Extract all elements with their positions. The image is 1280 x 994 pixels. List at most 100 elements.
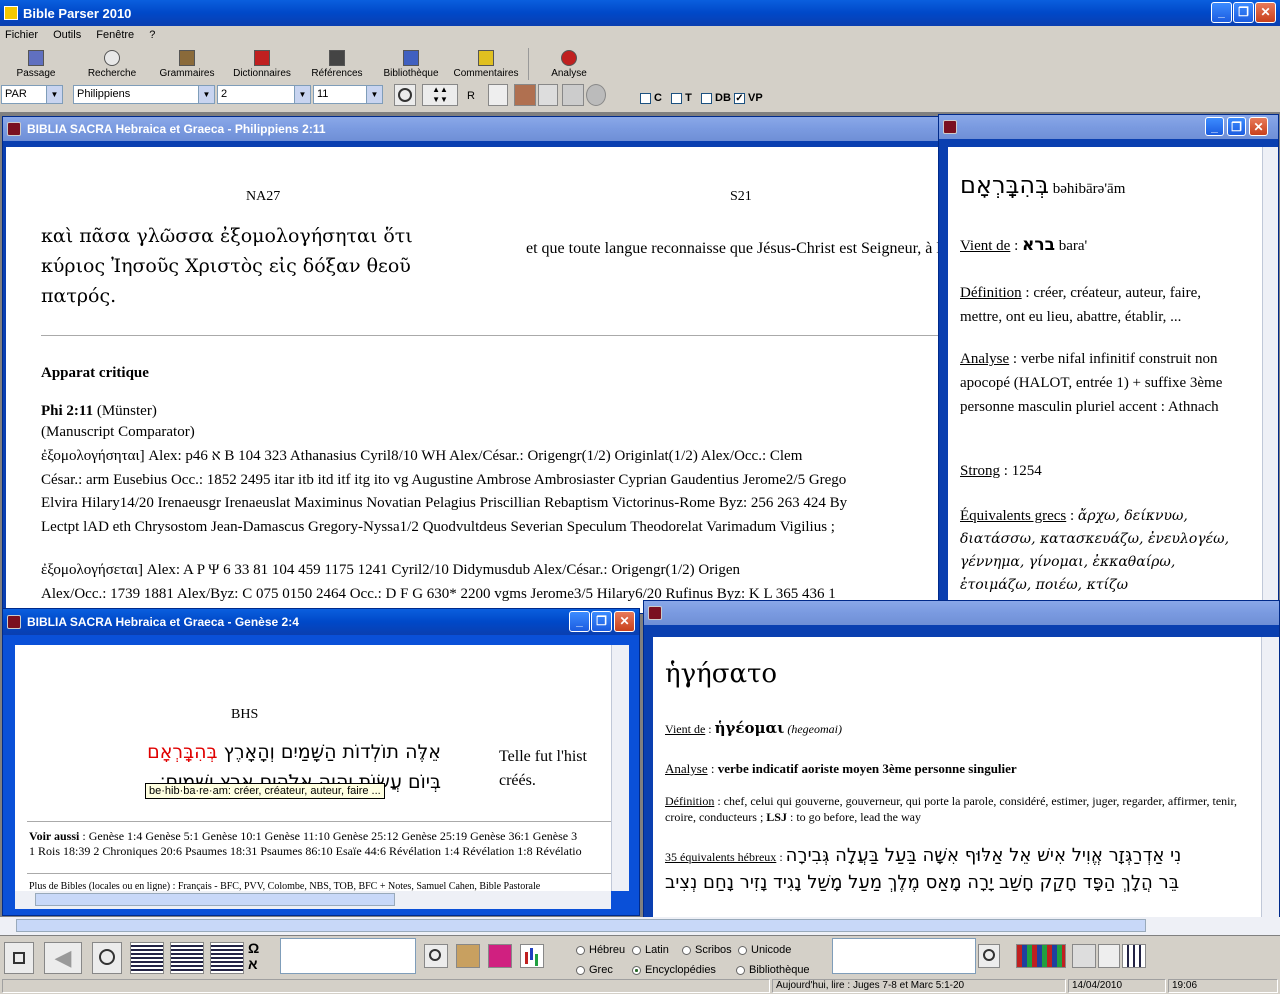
minimize-button[interactable]: _ bbox=[569, 611, 590, 632]
check-t[interactable]: T bbox=[671, 92, 692, 104]
radio-scribos[interactable]: Scribos bbox=[682, 940, 732, 960]
minimize-button[interactable]: _ bbox=[1211, 2, 1232, 23]
toolbar-dictionnaires[interactable]: Dictionnaires bbox=[228, 50, 296, 79]
vertical-scrollbar[interactable] bbox=[1261, 637, 1279, 917]
bookshelf-button[interactable] bbox=[1016, 944, 1066, 968]
radio-hebreu[interactable]: Hébreu bbox=[576, 940, 625, 960]
chapter-select[interactable]: 2 ▼ bbox=[217, 85, 311, 104]
check-c[interactable]: C bbox=[640, 92, 662, 104]
version-select[interactable]: PAR ▼ bbox=[1, 85, 63, 104]
grid-tool-button[interactable] bbox=[1072, 944, 1096, 968]
radio[interactable] bbox=[738, 945, 747, 955]
text-view-button[interactable] bbox=[488, 84, 508, 106]
main-horizontal-scrollbar[interactable] bbox=[0, 917, 1280, 935]
radio-selected[interactable] bbox=[632, 965, 641, 975]
menu-outils[interactable]: Outils bbox=[53, 29, 81, 41]
label[interactable]: Définition bbox=[665, 794, 714, 808]
window-titlebar[interactable] bbox=[644, 601, 1279, 625]
table-button[interactable] bbox=[1098, 944, 1120, 968]
radio-bibliotheque[interactable]: Bibliothèque bbox=[736, 960, 810, 980]
columns-button[interactable] bbox=[1122, 944, 1146, 968]
strong-number[interactable]: 1254 bbox=[1012, 463, 1042, 479]
check-db[interactable]: DB bbox=[701, 92, 731, 104]
checkbox[interactable] bbox=[640, 92, 651, 104]
menu-fenetre[interactable]: Fenêtre bbox=[96, 29, 134, 41]
scroll-thumb[interactable] bbox=[16, 919, 1146, 932]
verse-select[interactable]: 11 ▼ bbox=[313, 85, 383, 104]
radio-encyclopedies[interactable]: Encyclopédies bbox=[632, 960, 716, 980]
audio-button[interactable] bbox=[586, 84, 606, 106]
label[interactable]: Définition bbox=[960, 285, 1022, 301]
label[interactable]: Équivalents grecs bbox=[960, 508, 1066, 524]
layout-1-button[interactable] bbox=[130, 942, 164, 974]
window-titlebar[interactable]: BIBLIA SACRA Hebraica et Graeca - Philip… bbox=[3, 117, 947, 141]
label[interactable]: Strong bbox=[960, 463, 1000, 479]
horizontal-scrollbar[interactable] bbox=[15, 891, 611, 909]
search-field[interactable] bbox=[280, 938, 416, 974]
window-titlebar[interactable]: _ ❐ ✕ bbox=[939, 115, 1278, 139]
label[interactable]: Analyse bbox=[665, 761, 708, 776]
checkbox[interactable] bbox=[671, 92, 683, 104]
toolbar-analyse[interactable]: Analyse bbox=[540, 50, 598, 79]
radio-latin[interactable]: Latin bbox=[632, 940, 669, 960]
search-button[interactable] bbox=[92, 942, 122, 974]
radio[interactable] bbox=[576, 945, 585, 955]
r-button[interactable]: R bbox=[467, 90, 475, 102]
toolbar-references[interactable]: Références bbox=[306, 50, 368, 79]
omega-icon[interactable]: Ωא bbox=[248, 940, 259, 972]
tree-view-button[interactable] bbox=[538, 84, 558, 106]
chart-button[interactable] bbox=[520, 944, 544, 968]
tool-b-button[interactable] bbox=[488, 944, 512, 968]
check-vp[interactable]: ✓ VP bbox=[733, 92, 763, 104]
scroll-thumb[interactable] bbox=[35, 893, 395, 906]
more-bibles[interactable]: Plus de Bibles (locales ou en ligne) : F… bbox=[29, 881, 611, 891]
encyclopedia-search-field[interactable] bbox=[832, 938, 976, 974]
vertical-scrollbar[interactable] bbox=[1262, 147, 1278, 601]
back-button[interactable]: ◀ bbox=[44, 942, 82, 974]
maximize-button[interactable]: ❐ bbox=[1227, 117, 1246, 136]
layout-3-button[interactable] bbox=[210, 942, 244, 974]
close-button[interactable]: ✕ bbox=[1249, 117, 1268, 136]
close-button[interactable]: ✕ bbox=[614, 611, 635, 632]
home-button[interactable] bbox=[4, 942, 34, 974]
toolbar-passage[interactable]: Passage bbox=[12, 50, 60, 79]
menu-fichier[interactable]: Fichier bbox=[5, 29, 38, 41]
references-list[interactable]: Genèse 1:4 Genèse 5:1 Genèse 10:1 Genèse… bbox=[89, 829, 577, 843]
label[interactable]: Vient de bbox=[960, 238, 1010, 254]
root-word[interactable]: ברא bbox=[1022, 235, 1055, 255]
references-list[interactable]: 1 Rois 18:39 2 Chroniques 20:6 Psaumes 1… bbox=[29, 844, 582, 858]
label[interactable]: 35 équivalents hébreux bbox=[665, 850, 776, 864]
toolbar-grammaires[interactable]: Grammaires bbox=[156, 50, 218, 79]
vertical-scrollbar[interactable] bbox=[611, 645, 629, 891]
tools-button[interactable] bbox=[562, 84, 584, 106]
toolbar-commentaires[interactable]: Commentaires bbox=[450, 50, 522, 79]
checkbox[interactable] bbox=[701, 92, 713, 104]
radio-grec[interactable]: Grec bbox=[576, 960, 613, 980]
radio[interactable] bbox=[576, 965, 585, 975]
radio[interactable] bbox=[736, 965, 745, 975]
search-go-button[interactable] bbox=[424, 944, 448, 968]
comparator-link[interactable]: (Manuscript Comparator) bbox=[41, 424, 195, 441]
checkbox-checked[interactable]: ✓ bbox=[733, 92, 745, 104]
go-button[interactable] bbox=[394, 84, 416, 106]
book-select[interactable]: Philippiens ▼ bbox=[73, 85, 215, 104]
highlighted-word[interactable]: בְּהִבָּֽרְאָם bbox=[147, 741, 217, 763]
menu-help[interactable]: ? bbox=[149, 29, 155, 41]
window-titlebar[interactable]: BIBLIA SACRA Hebraica et Graeca - Genèse… bbox=[3, 609, 639, 635]
root-word[interactable]: ἡγέομαι bbox=[715, 719, 785, 737]
books-view-button[interactable] bbox=[514, 84, 536, 106]
maximize-button[interactable]: ❐ bbox=[1233, 2, 1254, 23]
maximize-button[interactable]: ❐ bbox=[591, 611, 612, 632]
radio[interactable] bbox=[682, 945, 691, 955]
radio[interactable] bbox=[632, 945, 641, 955]
verse-stepper[interactable]: ▲▲ ▼▼ bbox=[422, 84, 458, 106]
toolbar-bibliotheque[interactable]: Bibliothèque bbox=[380, 50, 442, 79]
tool-a-button[interactable] bbox=[456, 944, 480, 968]
layout-2-button[interactable] bbox=[170, 942, 204, 974]
encyclopedia-search-button[interactable] bbox=[978, 944, 1000, 968]
radio-unicode[interactable]: Unicode bbox=[738, 940, 791, 960]
minimize-button[interactable]: _ bbox=[1205, 117, 1224, 136]
label[interactable]: Analyse bbox=[960, 351, 1009, 367]
toolbar-recherche[interactable]: Recherche bbox=[82, 50, 142, 79]
label[interactable]: Vient de bbox=[665, 722, 705, 736]
